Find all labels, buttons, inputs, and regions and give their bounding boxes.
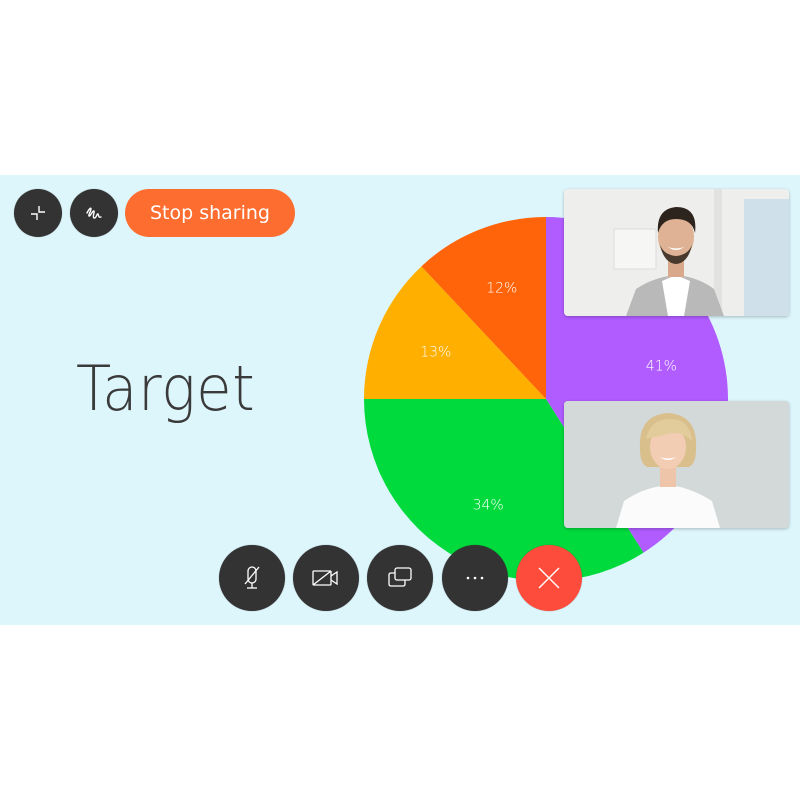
pie-label-4: 12% [486, 280, 517, 296]
minimize-arrows-icon [26, 201, 50, 225]
pie-label-1: 41% [646, 358, 677, 374]
close-x-icon [534, 563, 564, 593]
more-dots-icon [460, 563, 490, 593]
video-off-icon [310, 563, 342, 593]
participant-woman-avatar [564, 401, 789, 528]
stop-sharing-button[interactable]: Stop sharing [125, 189, 295, 237]
shared-screen-stage: 41% 34% 13% 12% Target Stop sharing [0, 175, 800, 625]
participant-man-avatar [564, 189, 789, 316]
more-options-button[interactable] [442, 545, 508, 611]
participant-video-tile-2[interactable] [564, 401, 789, 528]
end-call-button[interactable] [516, 545, 582, 611]
annotate-button[interactable] [70, 189, 118, 237]
mute-microphone-button[interactable] [219, 545, 285, 611]
pie-label-2: 34% [473, 497, 504, 513]
slide-title: Target [76, 352, 256, 425]
screens-icon [385, 563, 415, 593]
minimize-button[interactable] [14, 189, 62, 237]
stop-video-button[interactable] [293, 545, 359, 611]
annotate-squiggle-icon [82, 201, 106, 225]
share-screen-button[interactable] [367, 545, 433, 611]
microphone-muted-icon [237, 563, 267, 593]
pie-label-3: 13% [420, 344, 451, 360]
participant-video-tile-1[interactable] [564, 189, 789, 316]
